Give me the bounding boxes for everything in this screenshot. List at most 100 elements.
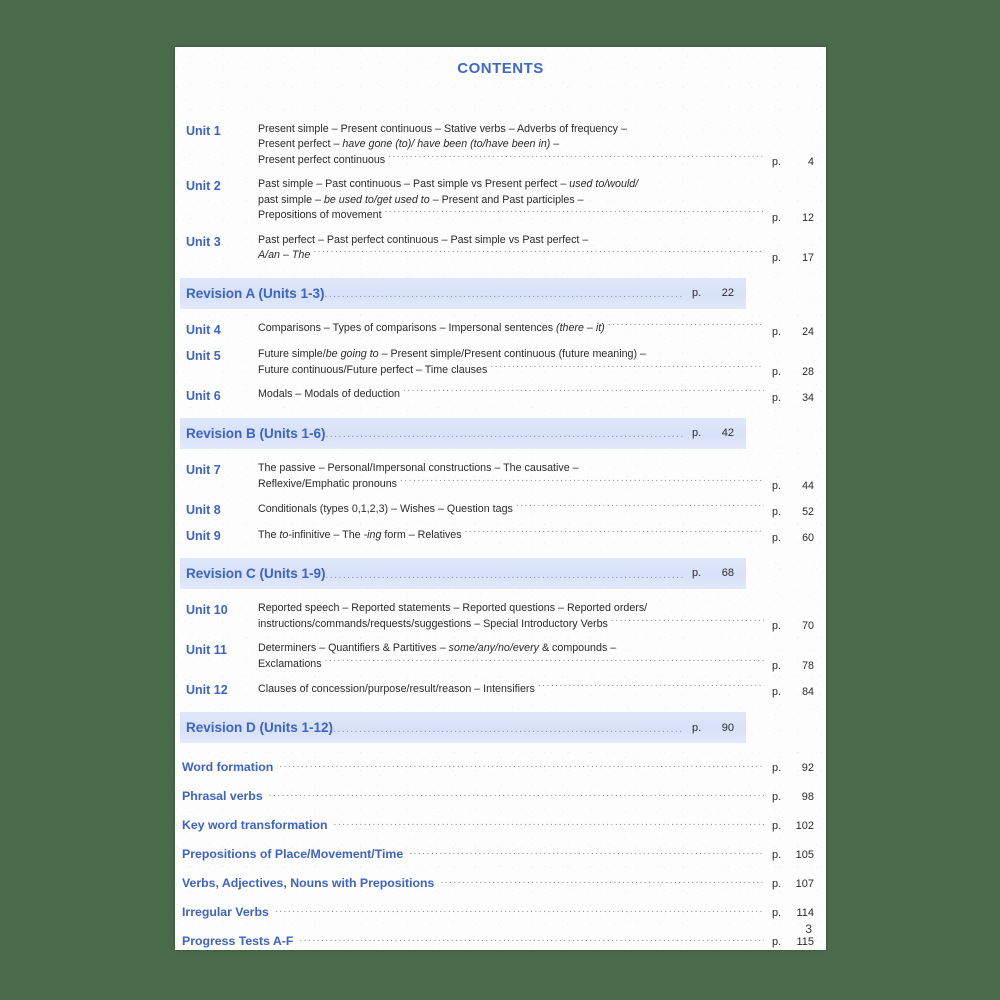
unit-description-last-line: Future continuous/Future perfect – Time … bbox=[258, 362, 768, 378]
emphasis-text: be going to bbox=[325, 347, 379, 360]
folio-page-number: 3 bbox=[805, 922, 812, 936]
section-label: Phrasal verbs bbox=[182, 789, 263, 804]
dot-leader bbox=[325, 656, 764, 667]
toc-unit-row[interactable]: Unit 12 Clauses of concession/purpose/res… bbox=[175, 681, 826, 698]
unit-description: Comparisons – Types of comparisons – Imp… bbox=[258, 321, 768, 337]
unit-label: Unit 7 bbox=[186, 462, 221, 477]
page-number-value: 70 bbox=[802, 619, 814, 632]
page-prefix: p. bbox=[692, 567, 702, 580]
dot-leader bbox=[409, 842, 764, 858]
revision-label: Revision C (Units 1-9) bbox=[186, 565, 326, 581]
dot-leader bbox=[275, 900, 764, 916]
page-number-value: 115 bbox=[796, 936, 814, 949]
plain-text: Present simple – Present continuous – St… bbox=[258, 123, 627, 135]
page-prefix: p. bbox=[772, 936, 782, 949]
plain-text: Reported speech – Reported statements – … bbox=[258, 601, 648, 614]
plain-text: Present perfect – bbox=[258, 138, 343, 151]
unit-description-line: Present perfect – have gone (to)/ have b… bbox=[258, 137, 768, 152]
page-prefix: p. bbox=[772, 791, 782, 804]
page-title: Contents bbox=[457, 53, 544, 78]
toc-section-row[interactable]: Irregular Verbs p. 114 bbox=[175, 900, 826, 919]
toc-unit-row[interactable]: Unit 9 The to-infinitive – The -ing form … bbox=[175, 527, 826, 544]
dot-leader bbox=[313, 248, 764, 259]
appendix-section-list: Word formation p. 92 Phrasal verbs p. 98 Key w… bbox=[175, 755, 826, 948]
toc-unit-row[interactable]: Unit 10 Reported speech – Reported statem… bbox=[175, 601, 826, 632]
toc-unit-row[interactable]: Unit 11 Determiners – Quantifiers & Parti… bbox=[175, 641, 826, 672]
page-number-value: 22 bbox=[721, 287, 734, 300]
emphasis-text: A/an bbox=[258, 249, 280, 262]
toc-unit-row[interactable]: Unit 6 Modals – Modals of deduction p. 34 bbox=[175, 387, 826, 404]
unit-description: The to-infinitive – The -ing form – Rela… bbox=[258, 527, 768, 543]
page-number-value: 78 bbox=[802, 660, 814, 673]
unit-label: Unit 3 bbox=[186, 234, 221, 249]
toc-unit-row[interactable]: Unit 2 Past simple – Past continuous – Pa… bbox=[175, 177, 826, 223]
plain-text: – Present and Past participles – bbox=[429, 193, 584, 206]
page-prefix: p. bbox=[692, 287, 702, 300]
dot-leader bbox=[403, 387, 764, 398]
unit-description-last-line: A/an – The bbox=[258, 248, 768, 264]
plain-text: Clauses of concession/purpose/result/rea… bbox=[258, 682, 535, 695]
unit-description-last-line: Prepositions of movement bbox=[258, 208, 768, 224]
toc-unit-row[interactable]: Unit 7 The passive – Personal/Impersonal … bbox=[175, 461, 826, 492]
dot-leader bbox=[538, 681, 764, 692]
page-prefix: p. bbox=[772, 251, 781, 264]
plain-text: & compounds – bbox=[538, 641, 617, 654]
section-page-number: p. 92 bbox=[768, 762, 826, 774]
page-prefix: p. bbox=[772, 325, 781, 338]
page-prefix: p. bbox=[692, 427, 702, 440]
unit-page-number: p. 4 bbox=[768, 156, 826, 168]
toc-unit-row[interactable]: Unit 1 Present simple – Present continuou… bbox=[175, 122, 826, 168]
page-prefix: p. bbox=[772, 686, 781, 699]
unit-description-last-line: instructions/commands/requests/suggestio… bbox=[258, 616, 768, 632]
unit-description-line: Past perfect – Past perfect continuous –… bbox=[258, 233, 768, 248]
page-prefix: p. bbox=[772, 619, 781, 632]
toc-section-row[interactable]: Prepositions of Place/Movement/Time p. 105 bbox=[175, 842, 826, 861]
revision-page-number: p. 90 bbox=[688, 722, 746, 734]
toc-revision-row[interactable]: Revision B (Units 1-6) p. 42 bbox=[180, 417, 746, 449]
unit-label: Unit 10 bbox=[186, 602, 228, 617]
page-prefix: p. bbox=[772, 762, 782, 775]
section-label: Verbs, Adjectives, Nouns with Prepositio… bbox=[182, 876, 435, 891]
toc-section-row[interactable]: Progress Tests A-F p. 115 bbox=[175, 929, 826, 948]
unit-description: Conditionals (types 0,1,2,3) – Wishes – … bbox=[258, 501, 768, 517]
page-number-value: 24 bbox=[802, 325, 814, 338]
emphasis-text: some/any/no/every bbox=[448, 641, 539, 654]
toc-unit-row[interactable]: Unit 5 Future simple/be going to – Presen… bbox=[175, 347, 826, 378]
toc-revision-row[interactable]: Revision A (Units 1-3) p. 22 bbox=[180, 277, 746, 309]
toc-section-row[interactable]: Word formation p. 92 bbox=[175, 755, 826, 774]
plain-text: Prepositions of movement bbox=[258, 209, 382, 222]
section-page-number: p. 115 bbox=[768, 936, 826, 948]
unit-label: Unit 2 bbox=[186, 179, 221, 194]
toc-unit-row[interactable]: Unit 4 Comparisons – Types of comparisons… bbox=[175, 321, 826, 338]
dot-leader bbox=[388, 152, 764, 163]
page-prefix: p. bbox=[692, 721, 702, 734]
page-prefix: p. bbox=[772, 391, 781, 404]
toc-unit-row[interactable]: Unit 8 Conditionals (types 0,1,2,3) – Wis… bbox=[175, 501, 826, 518]
unit-page-number: p. 70 bbox=[768, 620, 826, 632]
unit-description: Clauses of concession/purpose/result/rea… bbox=[258, 681, 768, 697]
unit-page-number: p. 44 bbox=[768, 480, 826, 492]
unit-label: Unit 9 bbox=[186, 528, 221, 543]
toc-unit-row[interactable]: Unit 3 Past perfect – Past perfect contin… bbox=[175, 233, 826, 264]
plain-text: – Present simple/Present continuous (fut… bbox=[378, 347, 646, 360]
plain-text: past simple – bbox=[258, 193, 324, 206]
page-number-value: 12 bbox=[802, 211, 814, 224]
dot-leader bbox=[269, 784, 764, 800]
unit-description-line: Present simple – Present continuous – St… bbox=[258, 122, 768, 137]
unit-description-line: The passive – Personal/Impersonal constr… bbox=[258, 461, 768, 476]
section-label: Irregular Verbs bbox=[182, 905, 269, 920]
unit-description: Present simple – Present continuous – St… bbox=[258, 122, 768, 168]
plain-text: The bbox=[258, 528, 280, 541]
toc-revision-row[interactable]: Revision D (Units 1-12) p. 90 bbox=[180, 712, 746, 744]
dot-leader bbox=[490, 362, 764, 373]
plain-text: Determiners – Quantifiers & Partitives – bbox=[258, 641, 449, 654]
toc-section-row[interactable]: Verbs, Adjectives, Nouns with Prepositio… bbox=[175, 871, 826, 890]
toc-revision-row[interactable]: Revision C (Units 1-9) p. 68 bbox=[180, 557, 746, 589]
plain-text: Modals – Modals of deduction bbox=[258, 388, 400, 401]
table-of-contents: Unit 1 Present simple – Present continuou… bbox=[175, 81, 826, 948]
emphasis-text: used to/would/ bbox=[569, 178, 639, 191]
toc-section-row[interactable]: Phrasal verbs p. 98 bbox=[175, 784, 826, 803]
unit-description-last-line: The to-infinitive – The -ing form – Rela… bbox=[258, 527, 768, 543]
toc-section-row[interactable]: Key word transformation p. 102 bbox=[175, 813, 826, 832]
unit-description-line: past simple – be used to/get used to – P… bbox=[258, 193, 768, 208]
